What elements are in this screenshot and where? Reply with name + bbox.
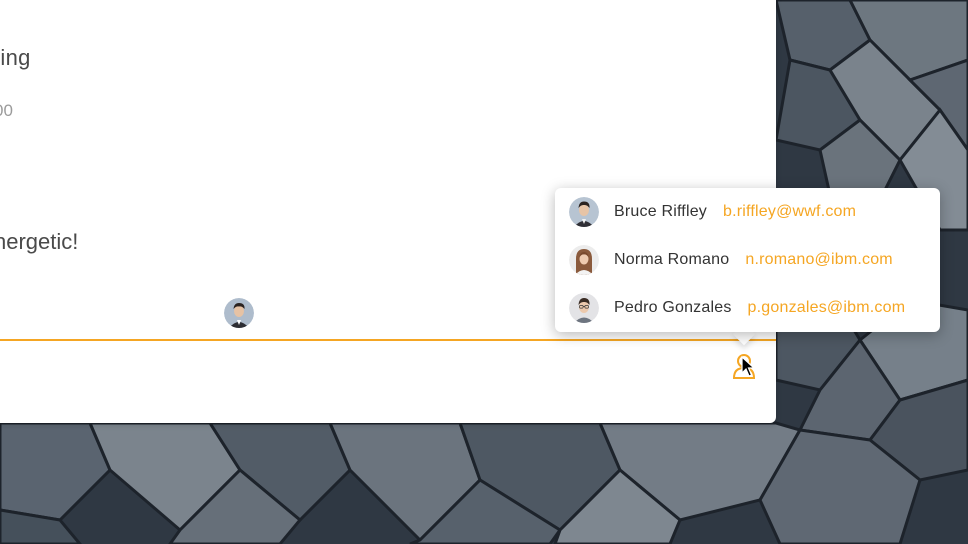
- avatar: [569, 293, 599, 323]
- contact-email[interactable]: b.riffley@wwf.com: [723, 203, 856, 221]
- contact-name: Bruce Riffley: [614, 203, 708, 220]
- person-icon: [732, 354, 756, 379]
- avatar: [569, 197, 599, 227]
- contact-row-norma-romano[interactable]: Norma Romano n.romano@ibm.com: [555, 236, 893, 284]
- contact-name: Norma Romano: [614, 251, 730, 268]
- contact-email[interactable]: p.gonzales@ibm.com: [748, 299, 906, 317]
- contact-row-bruce-riffley[interactable]: Bruce Riffley b.riffley@wwf.com: [555, 188, 856, 236]
- contact-email[interactable]: n.romano@ibm.com: [745, 251, 893, 269]
- avatar: [569, 245, 599, 275]
- screen: ting 00 nergetic!: [0, 0, 968, 544]
- conversation-subtitle: 00: [0, 101, 13, 120]
- message-text: nergetic!: [0, 229, 79, 254]
- contact-row-pedro-gonzales[interactable]: Pedro Gonzales p.gonzales@ibm.com: [555, 284, 905, 332]
- sender-avatar: [224, 298, 254, 328]
- contact-name: Pedro Gonzales: [614, 299, 732, 316]
- contacts-popover: Bruce Riffley b.riffley@wwf.com Norma Ro…: [555, 188, 940, 332]
- conversation-title: ting: [0, 45, 31, 70]
- contacts-button[interactable]: [732, 352, 760, 380]
- composer-divider: [0, 339, 776, 341]
